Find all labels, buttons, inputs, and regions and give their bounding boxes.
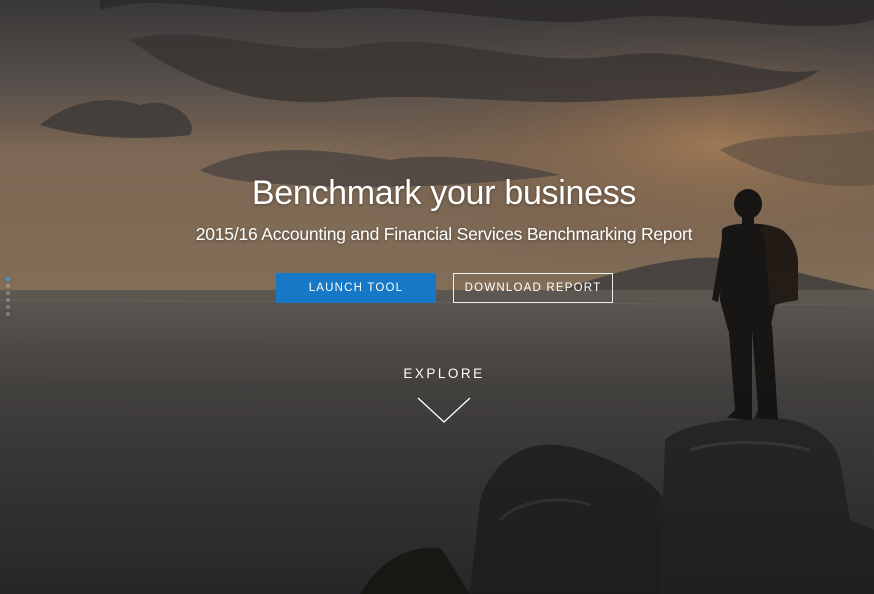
hero-section: Benchmark your business 2015/16 Accounti… <box>0 0 874 594</box>
hero-title: Benchmark your business <box>251 174 637 212</box>
launch-tool-button[interactable]: LAUNCH TOOL <box>276 273 436 303</box>
pager-dot[interactable] <box>6 305 10 309</box>
chevron-down-icon[interactable] <box>416 396 472 426</box>
pager-dot[interactable] <box>6 298 10 302</box>
slide-pager <box>6 277 12 319</box>
download-report-button[interactable]: DOWNLOAD REPORT <box>453 273 613 303</box>
hero-subtitle: 2015/16 Accounting and Financial Service… <box>195 224 693 244</box>
pager-dot-active[interactable] <box>6 277 10 281</box>
pager-dot[interactable] <box>6 284 10 288</box>
pager-dot[interactable] <box>6 312 10 316</box>
explore-link[interactable]: EXPLORE <box>383 366 505 381</box>
pager-dot[interactable] <box>6 291 10 295</box>
